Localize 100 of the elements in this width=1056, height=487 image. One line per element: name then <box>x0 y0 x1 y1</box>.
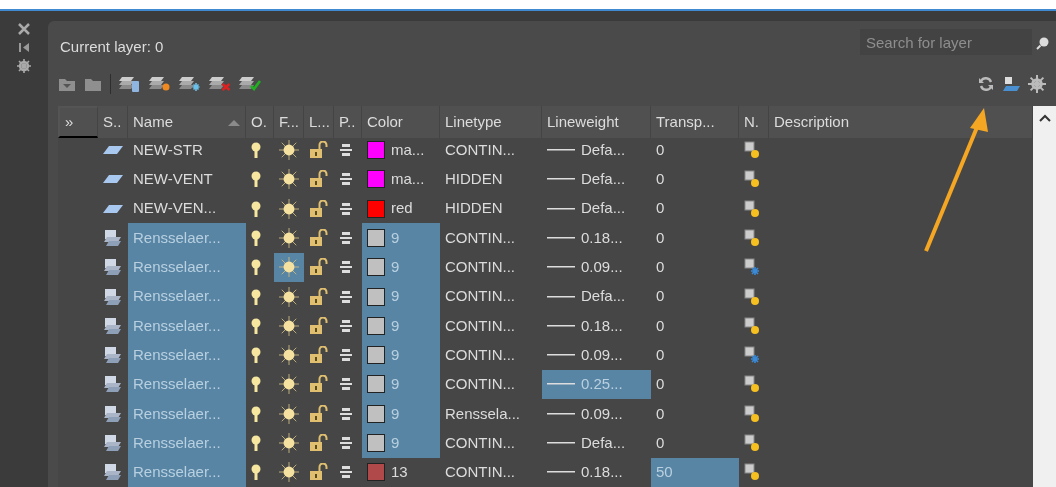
search-icon[interactable] <box>1036 35 1050 50</box>
color-name[interactable]: 13 <box>391 461 408 484</box>
new-viewport-sun-icon[interactable] <box>744 228 760 247</box>
lock-open-icon[interactable] <box>309 404 329 423</box>
light-bulb-on-icon[interactable] <box>251 463 261 482</box>
light-bulb-on-icon[interactable] <box>251 346 261 365</box>
layer-name[interactable]: NEW-VENT <box>128 164 246 195</box>
sun-icon[interactable] <box>279 432 299 455</box>
sun-icon[interactable] <box>279 314 299 337</box>
transparency-value[interactable]: 0 <box>651 340 739 370</box>
linetype-value[interactable]: CONTIN... <box>440 428 542 458</box>
layer-panel-icon[interactable] <box>1002 75 1020 92</box>
lock-open-icon[interactable] <box>309 287 329 306</box>
lineweight-value[interactable]: Defa... <box>581 138 626 162</box>
color-swatch[interactable] <box>367 287 385 306</box>
lock-open-icon[interactable] <box>309 434 329 453</box>
transparency-value[interactable]: 0 <box>651 281 739 312</box>
transparency-value[interactable]: 0 <box>651 194 739 224</box>
color-swatch[interactable] <box>367 199 385 218</box>
printer-icon[interactable] <box>339 172 353 187</box>
printer-icon[interactable] <box>339 143 353 158</box>
column-header[interactable]: O. <box>246 106 274 139</box>
linetype-value[interactable]: Renssela... <box>440 399 542 429</box>
light-bulb-on-icon[interactable] <box>251 434 261 453</box>
printer-icon[interactable] <box>339 348 353 363</box>
color-name[interactable]: red <box>391 197 413 220</box>
lineweight-value[interactable]: 0.18... <box>581 314 623 338</box>
lineweight-value[interactable]: 0.18... <box>581 226 623 250</box>
lineweight-value[interactable]: 0.09... <box>581 256 623 279</box>
scrollbar[interactable] <box>1033 106 1056 487</box>
color-name[interactable]: ma... <box>391 168 425 191</box>
sun-icon[interactable] <box>279 256 299 279</box>
new-viewport-snowflake-icon[interactable] <box>744 258 760 277</box>
lock-open-icon[interactable] <box>309 141 329 160</box>
light-bulb-on-icon[interactable] <box>251 228 261 247</box>
search-field[interactable]: Search for layer <box>860 29 1032 56</box>
layers-sun-icon[interactable] <box>149 74 171 93</box>
linetype-value[interactable]: CONTIN... <box>440 281 542 312</box>
column-header[interactable]: N. <box>739 106 769 139</box>
printer-icon[interactable] <box>339 377 353 392</box>
sun-icon[interactable] <box>279 139 299 162</box>
color-name[interactable]: ma... <box>391 138 425 162</box>
layers-delete-icon[interactable] <box>209 74 231 93</box>
color-swatch[interactable] <box>367 258 385 277</box>
light-bulb-on-icon[interactable] <box>251 199 261 218</box>
sun-icon[interactable] <box>279 197 299 220</box>
light-bulb-on-icon[interactable] <box>251 404 261 423</box>
printer-icon[interactable] <box>339 201 353 216</box>
sun-icon[interactable] <box>279 168 299 191</box>
settings-icon[interactable] <box>17 59 31 73</box>
new-viewport-sun-icon[interactable] <box>744 404 760 423</box>
printer-icon[interactable] <box>339 436 353 451</box>
printer-icon[interactable] <box>339 406 353 421</box>
light-bulb-on-icon[interactable] <box>251 170 261 189</box>
new-viewport-sun-icon[interactable] <box>744 141 760 160</box>
lock-open-icon[interactable] <box>309 375 329 394</box>
layer-name[interactable]: NEW-VEN... <box>128 194 246 224</box>
transparency-value[interactable]: 0 <box>651 428 739 458</box>
linetype-value[interactable]: CONTIN... <box>440 369 542 400</box>
lineweight-value[interactable]: Defa... <box>581 285 626 308</box>
lock-open-icon[interactable] <box>309 170 329 189</box>
lock-open-icon[interactable] <box>309 258 329 277</box>
light-bulb-on-icon[interactable] <box>251 287 261 306</box>
transparency-value[interactable]: 0 <box>651 223 739 253</box>
sun-icon[interactable] <box>279 285 299 308</box>
refresh-icon[interactable] <box>978 75 994 92</box>
settings-icon[interactable] <box>1028 74 1046 93</box>
transparency-value[interactable]: 0 <box>651 399 739 429</box>
lineweight-value[interactable]: 0.18... <box>581 461 623 484</box>
linetype-value[interactable]: CONTIN... <box>440 340 542 370</box>
sun-icon[interactable] <box>279 402 299 425</box>
layers-snowflake-icon[interactable] <box>179 74 201 93</box>
lineweight-value[interactable]: 0.09... <box>581 343 623 367</box>
expand-button[interactable]: » <box>58 106 98 139</box>
light-bulb-on-icon[interactable] <box>251 141 261 160</box>
transparency-value[interactable]: 0 <box>651 311 739 341</box>
column-header[interactable]: Transp... <box>651 106 739 139</box>
printer-icon[interactable] <box>339 289 353 304</box>
linetype-value[interactable]: CONTIN... <box>440 223 542 253</box>
linetype-value[interactable]: CONTIN... <box>440 311 542 341</box>
new-viewport-sun-icon[interactable] <box>744 199 760 218</box>
linetype-value[interactable]: HIDDEN <box>440 194 542 224</box>
column-header[interactable]: Color <box>362 106 440 139</box>
lineweight-value[interactable]: 0.09... <box>581 402 623 425</box>
linetype-value[interactable]: CONTIN... <box>440 457 542 487</box>
color-swatch[interactable] <box>367 170 385 189</box>
lock-open-icon[interactable] <box>309 463 329 482</box>
printer-icon[interactable] <box>339 230 353 245</box>
transparency-value[interactable]: 0 <box>651 369 739 400</box>
transparency-value[interactable]: 0 <box>651 252 739 282</box>
lock-open-icon[interactable] <box>309 346 329 365</box>
column-header[interactable]: Description <box>769 106 1033 139</box>
color-swatch[interactable] <box>367 228 385 247</box>
sun-icon[interactable] <box>279 344 299 367</box>
color-swatch[interactable] <box>367 375 385 394</box>
close-icon[interactable] <box>18 23 30 35</box>
column-header[interactable]: Name <box>128 106 246 139</box>
new-viewport-snowflake-icon[interactable] <box>744 346 760 365</box>
scroll-up-icon[interactable] <box>1038 114 1051 123</box>
layers-device-icon[interactable] <box>119 74 141 93</box>
